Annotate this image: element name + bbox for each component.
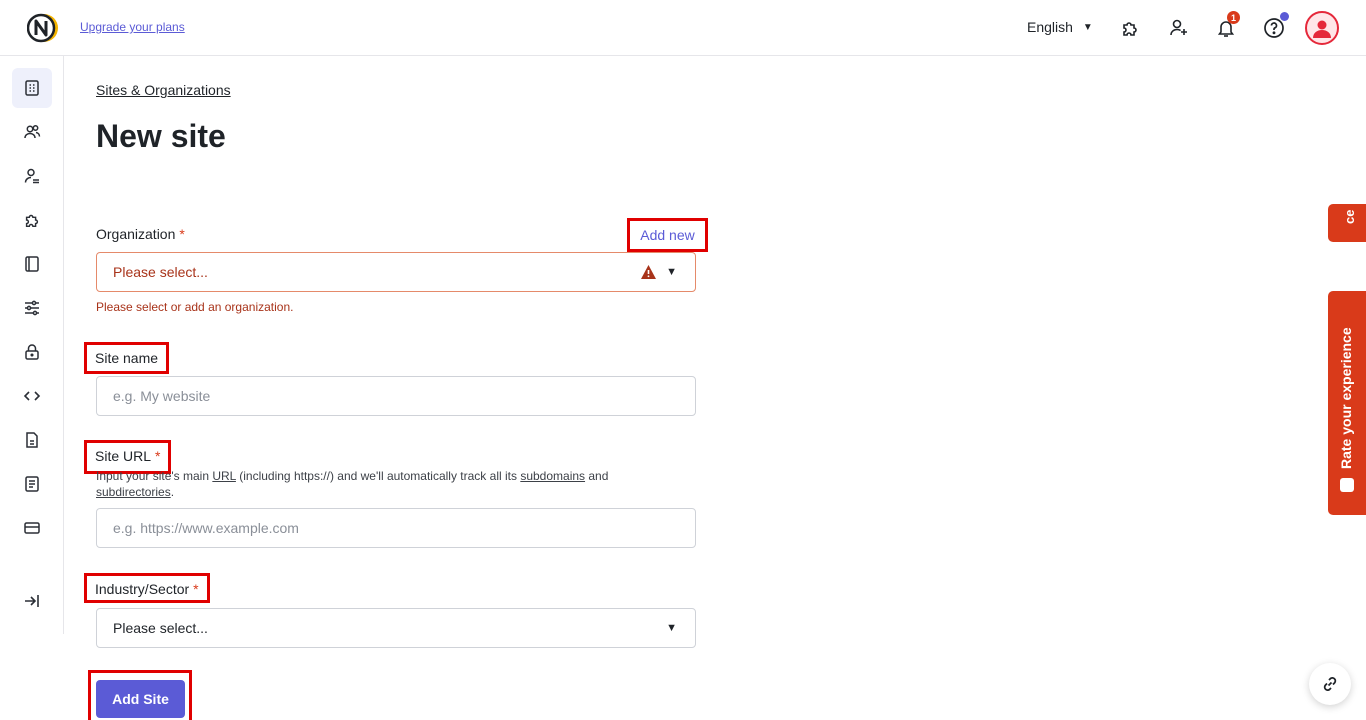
sidebar-item-security[interactable]: [12, 332, 52, 372]
site-name-label: Site name: [83, 342, 170, 374]
sidebar-item-user[interactable]: [12, 156, 52, 196]
industry-select-value: Please select...: [113, 620, 208, 636]
list-icon: [25, 476, 39, 492]
sidebar-collapse-button[interactable]: [12, 581, 52, 621]
sidebar-item-users[interactable]: [12, 112, 52, 152]
subdirectories-help-link[interactable]: subdirectories: [96, 485, 171, 499]
sidebar-item-sites[interactable]: [12, 68, 52, 108]
invite-user-icon[interactable]: [1165, 14, 1193, 42]
language-selector[interactable]: English ▼: [1027, 19, 1093, 35]
top-bar: Upgrade your plans English ▼ 1: [0, 0, 1366, 56]
required-marker: *: [155, 448, 161, 464]
site-url-input[interactable]: e.g. https://www.example.com: [96, 508, 696, 548]
site-name-input[interactable]: e.g. My website: [96, 376, 696, 416]
feedback-tab[interactable]: ce: [1328, 204, 1366, 242]
sidebar-item-guides[interactable]: [12, 244, 52, 284]
add-site-button[interactable]: Add Site: [96, 680, 185, 718]
sidebar-item-documents[interactable]: [12, 420, 52, 460]
required-marker: *: [193, 581, 199, 597]
sliders-icon: [25, 300, 39, 316]
sidebar-item-billing[interactable]: [12, 508, 52, 548]
organization-select-value: Please select...: [113, 264, 208, 280]
integrations-icon: [25, 214, 39, 228]
organization-label: Organization *: [96, 226, 185, 242]
card-icon: [24, 522, 40, 534]
bell-icon[interactable]: 1: [1212, 11, 1240, 42]
help-indicator-dot: [1280, 12, 1289, 21]
site-url-label: Site URL *: [83, 440, 172, 474]
add-new-organization-link[interactable]: Add new: [627, 218, 708, 252]
required-marker: *: [179, 226, 185, 242]
users-icon: [24, 125, 41, 139]
chevron-down-icon: ▼: [666, 622, 677, 634]
chevron-down-icon: ▼: [666, 266, 677, 278]
lock-icon: [25, 344, 39, 360]
notification-badge: 1: [1227, 11, 1240, 24]
sidebar-item-integrations[interactable]: [12, 200, 52, 240]
industry-select[interactable]: Please select... ▼: [96, 608, 696, 648]
document-icon: [26, 432, 38, 448]
chevron-down-icon: ▼: [1082, 21, 1093, 33]
integrations-icon[interactable]: [1116, 14, 1144, 42]
logo-icon[interactable]: [26, 11, 61, 45]
subdomains-help-link[interactable]: subdomains: [520, 469, 585, 483]
organization-select[interactable]: Please select... ▼: [96, 252, 696, 292]
avatar[interactable]: [1305, 11, 1339, 45]
user-icon: [24, 168, 39, 184]
organization-error-message: Please select or add an organization.: [96, 300, 294, 314]
book-icon: [25, 256, 39, 272]
upgrade-plans-link[interactable]: Upgrade your plans: [80, 20, 185, 34]
site-url-help-text: Input your site's main URL (including ht…: [96, 469, 609, 499]
industry-label: Industry/Sector *: [84, 573, 210, 603]
sidebar-item-reports[interactable]: [12, 464, 52, 504]
help-icon[interactable]: [1260, 12, 1289, 42]
rate-experience-label: Rate your experience: [1338, 327, 1354, 469]
breadcrumb[interactable]: Sites & Organizations: [96, 82, 231, 98]
page-title: New site: [96, 118, 226, 154]
sidebar-item-settings[interactable]: [12, 288, 52, 328]
collapse-icon: [25, 595, 39, 607]
avatar-icon: [1313, 20, 1331, 38]
feedback-icon: [1340, 478, 1354, 492]
warning-icon: [640, 264, 657, 283]
site-url-placeholder: e.g. https://www.example.com: [113, 520, 299, 536]
code-icon: [23, 391, 41, 401]
site-name-placeholder: e.g. My website: [113, 388, 211, 404]
sidebar-item-code[interactable]: [12, 376, 52, 416]
link-icon[interactable]: [1309, 663, 1351, 705]
language-label: English: [1027, 19, 1073, 35]
sites-icon: [25, 80, 39, 96]
sidebar: [0, 56, 64, 634]
url-help-link[interactable]: URL: [212, 469, 236, 483]
rate-experience-tab[interactable]: Rate your experience: [1328, 291, 1366, 515]
